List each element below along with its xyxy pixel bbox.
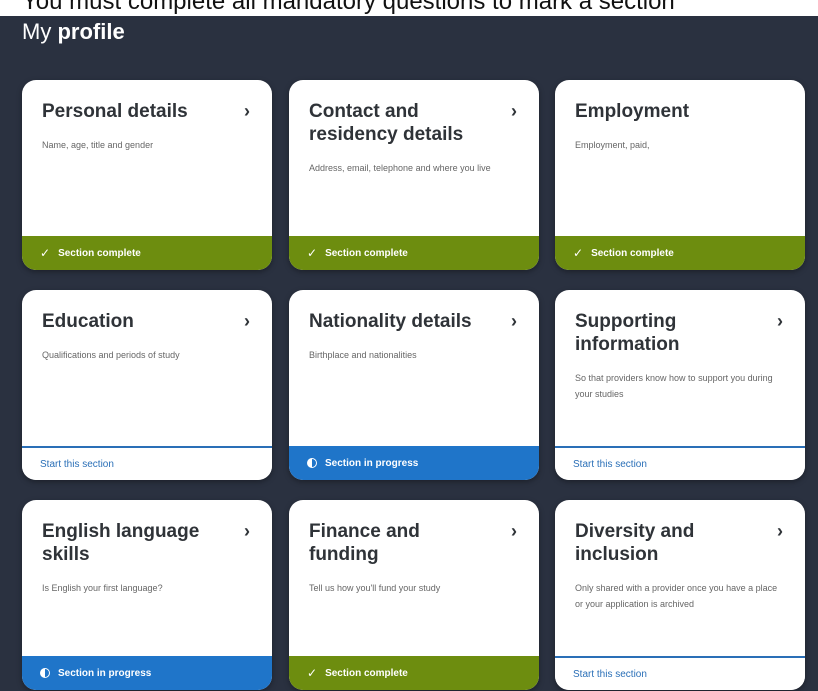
status-text: Start this section — [573, 668, 647, 680]
half-circle-icon — [307, 458, 317, 468]
card-description: Only shared with a provider once you hav… — [575, 583, 778, 609]
chevron-right-icon: › — [244, 521, 250, 541]
chevron-right-icon: › — [777, 311, 783, 331]
status-text: Section in progress — [58, 667, 152, 679]
card-nationality-details[interactable]: Nationality details › Birthplace and nat… — [289, 290, 539, 480]
page-title: My profile — [22, 18, 125, 46]
card-description: Is English your first language? — [42, 583, 163, 593]
top-banner: You must complete all mandatory question… — [0, 0, 818, 16]
check-icon: ✓ — [307, 666, 318, 680]
status-text: Start this section — [573, 458, 647, 470]
chevron-right-icon: › — [511, 311, 517, 331]
top-banner-text: You must complete all mandatory question… — [22, 0, 675, 15]
card-title: English language skills — [42, 521, 200, 565]
status-badge-in-progress: Section in progress — [22, 656, 272, 690]
status-text: Section complete — [325, 247, 408, 259]
card-title: Contact and residency details — [309, 101, 464, 145]
card-title: Education — [42, 311, 134, 332]
status-badge-in-progress: Section in progress — [289, 446, 539, 480]
page-title-prefix: My — [22, 19, 52, 44]
card-title: Diversity and inclusion — [575, 521, 695, 565]
card-description: Name, age, title and gender — [42, 140, 154, 150]
card-personal-details[interactable]: Personal details › Name, age, title and … — [22, 80, 272, 270]
check-icon: ✓ — [573, 246, 584, 260]
card-title: Employment — [575, 101, 690, 122]
card-employment[interactable]: Employment Employment, paid, ✓ Section c… — [555, 80, 805, 270]
half-circle-icon — [40, 668, 50, 678]
card-title: Nationality details — [309, 311, 472, 332]
chevron-right-icon: › — [511, 101, 517, 121]
chevron-right-icon: › — [244, 101, 250, 121]
status-text: Section complete — [325, 667, 408, 679]
chevron-right-icon: › — [777, 521, 783, 541]
card-description: So that providers know how to support yo… — [575, 373, 773, 399]
card-finance-and-funding[interactable]: Finance and funding › Tell us how you'll… — [289, 500, 539, 690]
card-description: Employment, paid, — [575, 140, 650, 150]
chevron-right-icon: › — [511, 521, 517, 541]
card-description: Tell us how you'll fund your study — [309, 583, 441, 593]
card-title: Personal details — [42, 101, 188, 122]
card-title: Supporting information — [575, 311, 680, 355]
card-diversity-and-inclusion[interactable]: Diversity and inclusion › Only shared wi… — [555, 500, 805, 690]
start-section-link[interactable]: Start this section — [555, 656, 805, 690]
card-title: Finance and funding — [309, 521, 420, 565]
check-icon: ✓ — [40, 246, 51, 260]
status-text: Section complete — [58, 247, 141, 259]
status-text: Section complete — [591, 247, 674, 259]
status-badge-complete: ✓ Section complete — [289, 236, 539, 270]
card-english-language-skills[interactable]: English language skills › Is English you… — [22, 500, 272, 690]
chevron-right-icon: › — [244, 311, 250, 331]
card-supporting-information[interactable]: Supporting information › So that provide… — [555, 290, 805, 480]
status-text: Start this section — [40, 458, 114, 470]
card-contact-residency[interactable]: Contact and residency details › Address,… — [289, 80, 539, 270]
page-title-strong: profile — [57, 19, 125, 44]
card-description: Qualifications and periods of study — [42, 350, 180, 360]
status-text: Section in progress — [325, 457, 419, 469]
status-badge-complete: ✓ Section complete — [555, 236, 805, 270]
start-section-link[interactable]: Start this section — [555, 446, 805, 480]
card-description: Birthplace and nationalities — [309, 350, 417, 360]
status-badge-complete: ✓ Section complete — [22, 236, 272, 270]
start-section-link[interactable]: Start this section — [22, 446, 272, 480]
status-badge-complete: ✓ Section complete — [289, 656, 539, 690]
card-description: Address, email, telephone and where you … — [309, 163, 491, 173]
card-education[interactable]: Education › Qualifications and periods o… — [22, 290, 272, 480]
check-icon: ✓ — [307, 246, 318, 260]
